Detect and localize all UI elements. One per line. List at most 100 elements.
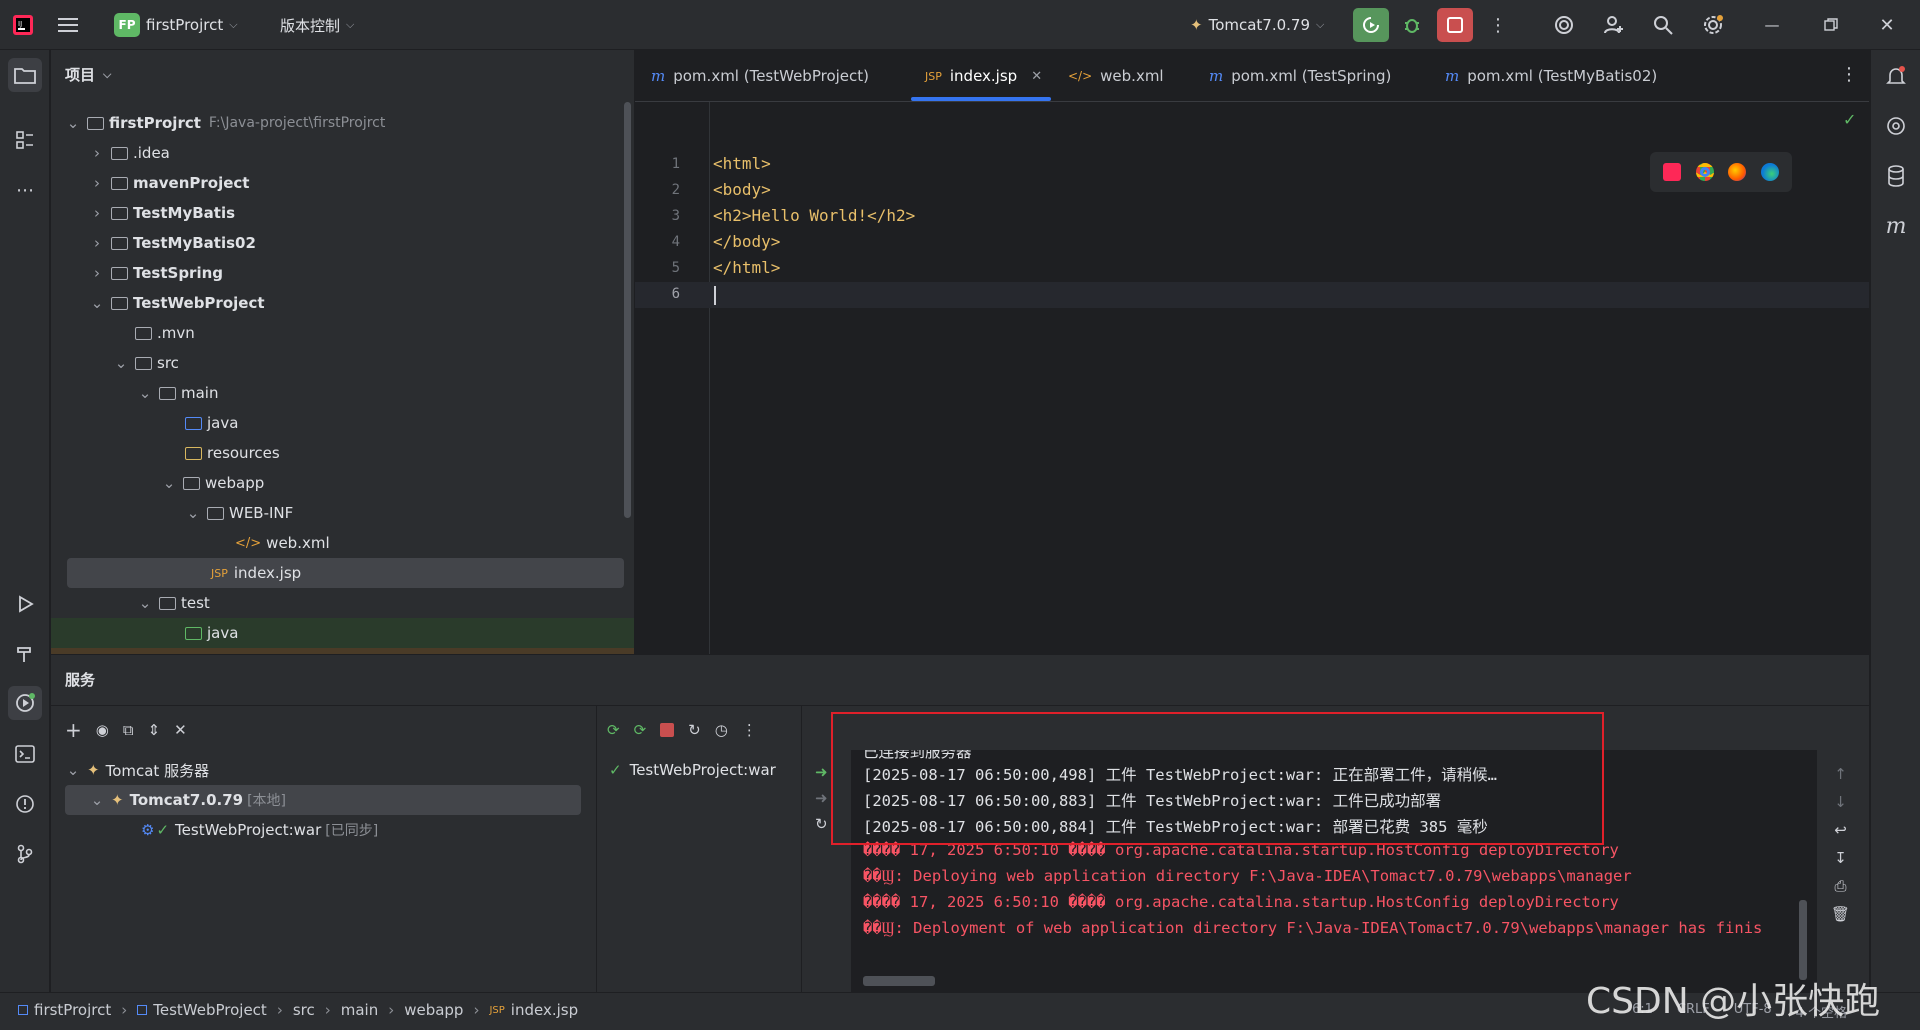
soft-wrap-icon[interactable]: ↩ xyxy=(1834,821,1847,839)
trash-icon[interactable]: 🗑 xyxy=(1831,905,1850,923)
tree-item-testmybatis02[interactable]: › TestMyBatis02 xyxy=(51,228,634,258)
more-horizontal-icon: ⋯ xyxy=(16,179,34,201)
browser-popup xyxy=(1650,152,1792,192)
git-tool-button[interactable] xyxy=(9,838,41,870)
ai-chat-button[interactable] xyxy=(1880,110,1912,142)
scroll-to-end-icon[interactable]: ↧ xyxy=(1834,849,1847,867)
tree-item-webapp[interactable]: ⌄ webapp xyxy=(51,468,634,498)
tree-item-label: TestWebProject:war xyxy=(175,821,322,839)
tree-item-resources[interactable]: resources xyxy=(51,438,634,468)
code-with-me-button[interactable] xyxy=(1598,9,1630,41)
services-tree-server[interactable]: ⌄ ✦ Tomcat7.0.79 [本地] xyxy=(65,785,581,815)
minimize-button[interactable]: — xyxy=(1756,9,1788,41)
terminal-tool-button[interactable] xyxy=(9,738,41,770)
settings-button[interactable] xyxy=(1697,9,1729,41)
collapse-all-icon[interactable]: ✕ xyxy=(174,721,187,739)
expand-all-icon[interactable]: ⇕ xyxy=(148,721,161,739)
project-badge: FP xyxy=(114,13,140,37)
add-service-icon[interactable]: + xyxy=(65,718,82,742)
tab-pom-testmybatis02[interactable]: m pom.xml (TestMyBatis02) xyxy=(1445,50,1657,102)
tree-item-testspring[interactable]: › TestSpring xyxy=(51,258,634,288)
close-icon[interactable]: ✕ xyxy=(1031,69,1042,84)
firefox-icon[interactable] xyxy=(1728,163,1747,181)
services-tree-artifact[interactable]: ⚙ ✓ TestWebProject:war [已同步] xyxy=(51,815,581,845)
project-panel-header[interactable]: 项目 ⌵ xyxy=(65,64,111,85)
tree-item-testmybatis[interactable]: › TestMyBatis xyxy=(51,198,634,228)
close-window-button[interactable]: ✕ xyxy=(1871,9,1903,41)
more-vertical-icon[interactable]: ⋮ xyxy=(742,721,757,739)
problems-tool-button[interactable] xyxy=(9,788,41,820)
restart-icon[interactable]: ↻ xyxy=(688,721,701,739)
tree-item-index-jsp[interactable]: JSP index.jsp xyxy=(67,558,624,588)
intellij-logo-icon[interactable]: IJ xyxy=(12,0,34,50)
jsp-file-icon: JSP xyxy=(925,69,942,83)
tree-item-idea[interactable]: › .idea xyxy=(51,138,634,168)
tree-item-web-xml[interactable]: </> web.xml xyxy=(51,528,634,558)
vcs-menu[interactable]: 版本控制 ⌵ xyxy=(280,0,354,50)
print-icon[interactable]: ⎙ xyxy=(1835,877,1847,895)
update-icon[interactable]: ⟳ xyxy=(607,721,620,739)
build-tool-button[interactable] xyxy=(9,638,41,670)
console-v-scrollbar[interactable] xyxy=(1799,900,1807,980)
breadcrumb-item[interactable]: JSP index.jsp xyxy=(489,1001,578,1019)
tree-item-testwebproject[interactable]: ⌄ TestWebProject xyxy=(51,288,634,318)
tab-pom-testspring[interactable]: m pom.xml (TestSpring) xyxy=(1209,50,1391,102)
services-tree-root[interactable]: ⌄ ✦ Tomcat 服务器 xyxy=(51,755,581,785)
breadcrumb-item[interactable]: firstProjrct xyxy=(18,1001,111,1019)
maven-button[interactable]: m xyxy=(1880,210,1912,242)
run-tool-button[interactable] xyxy=(9,588,41,620)
breadcrumb-item[interactable]: TestWebProject xyxy=(137,1001,267,1019)
play-icon xyxy=(19,595,34,613)
tree-item-firstprojrct[interactable]: ⌄ firstProjrct F:\Java-project\firstProjrc… xyxy=(51,108,634,138)
deploy-arrow-icon[interactable]: ➜ xyxy=(815,763,828,781)
tree-item-mavenproject[interactable]: › mavenProject xyxy=(51,168,634,198)
tab-index-jsp[interactable]: JSP index.jsp ✕ xyxy=(925,50,1042,102)
tree-item-src[interactable]: ⌄ src xyxy=(51,348,634,378)
edge-icon[interactable] xyxy=(1760,163,1779,181)
refresh-icon[interactable]: ↻ xyxy=(815,815,828,833)
update-running-app-button[interactable] xyxy=(1353,8,1389,42)
arrow-down-icon[interactable]: ↓ xyxy=(1834,793,1847,811)
tabs-more-icon[interactable]: ⋮ xyxy=(1840,64,1858,85)
more-tools-button[interactable]: ⋯ xyxy=(9,174,41,206)
project-switcher[interactable]: FP firstProjrct ⌵ xyxy=(114,0,238,50)
tree-item-web-inf[interactable]: ⌄ WEB-INF xyxy=(51,498,634,528)
restore-button[interactable] xyxy=(1815,9,1847,41)
tree-item-label: firstProjrct xyxy=(109,114,201,132)
undeploy-arrow-icon[interactable]: ➜ xyxy=(815,789,828,807)
project-tool-button[interactable] xyxy=(8,58,42,92)
intellij-browser-icon[interactable] xyxy=(1663,163,1682,181)
redeploy-icon[interactable]: ⟳ xyxy=(634,721,647,739)
tree-item-java[interactable]: java xyxy=(51,408,634,438)
speedometer-icon[interactable]: ◷ xyxy=(715,721,728,739)
console-h-scrollbar[interactable] xyxy=(863,976,935,986)
notifications-button[interactable] xyxy=(1880,60,1912,92)
line-number: 2 xyxy=(671,182,680,198)
tree-item-test-java[interactable]: java xyxy=(51,618,634,648)
breadcrumb-item[interactable]: webapp xyxy=(404,1001,463,1019)
tab-pom-testwebproject[interactable]: m pom.xml (TestWebProject) xyxy=(651,50,869,102)
database-button[interactable] xyxy=(1880,160,1912,192)
chrome-icon[interactable] xyxy=(1695,163,1714,181)
more-actions-button[interactable]: ⋮ xyxy=(1482,9,1514,41)
tree-item-test[interactable]: ⌄ test xyxy=(51,588,634,618)
arrow-up-icon[interactable]: ↑ xyxy=(1834,765,1847,783)
no-problems-check-icon[interactable]: ✓ xyxy=(1843,110,1856,129)
services-tool-button[interactable] xyxy=(8,686,42,720)
main-menu-icon[interactable] xyxy=(58,0,78,50)
tree-item-main[interactable]: ⌄ main xyxy=(51,378,634,408)
ai-assistant-button[interactable] xyxy=(1548,9,1580,41)
deployment-item[interactable]: ✓ TestWebProject:war xyxy=(597,755,797,785)
tree-item-mvn[interactable]: .mvn xyxy=(51,318,634,348)
stop-button[interactable] xyxy=(1437,8,1473,42)
search-everywhere-button[interactable] xyxy=(1647,9,1679,41)
tab-web-xml[interactable]: </> web.xml xyxy=(1068,50,1164,102)
debug-button[interactable] xyxy=(1396,9,1428,41)
breadcrumb-item[interactable]: main xyxy=(341,1001,378,1019)
run-config-selector[interactable]: ✦ Tomcat7.0.79 ⌵ xyxy=(1190,0,1324,50)
structure-tool-button[interactable] xyxy=(9,124,41,156)
breadcrumb-item[interactable]: src xyxy=(293,1001,315,1019)
stop-icon[interactable] xyxy=(660,723,675,737)
new-group-icon[interactable]: ⧉ xyxy=(123,721,134,739)
eye-icon[interactable]: ◉ xyxy=(96,721,109,739)
